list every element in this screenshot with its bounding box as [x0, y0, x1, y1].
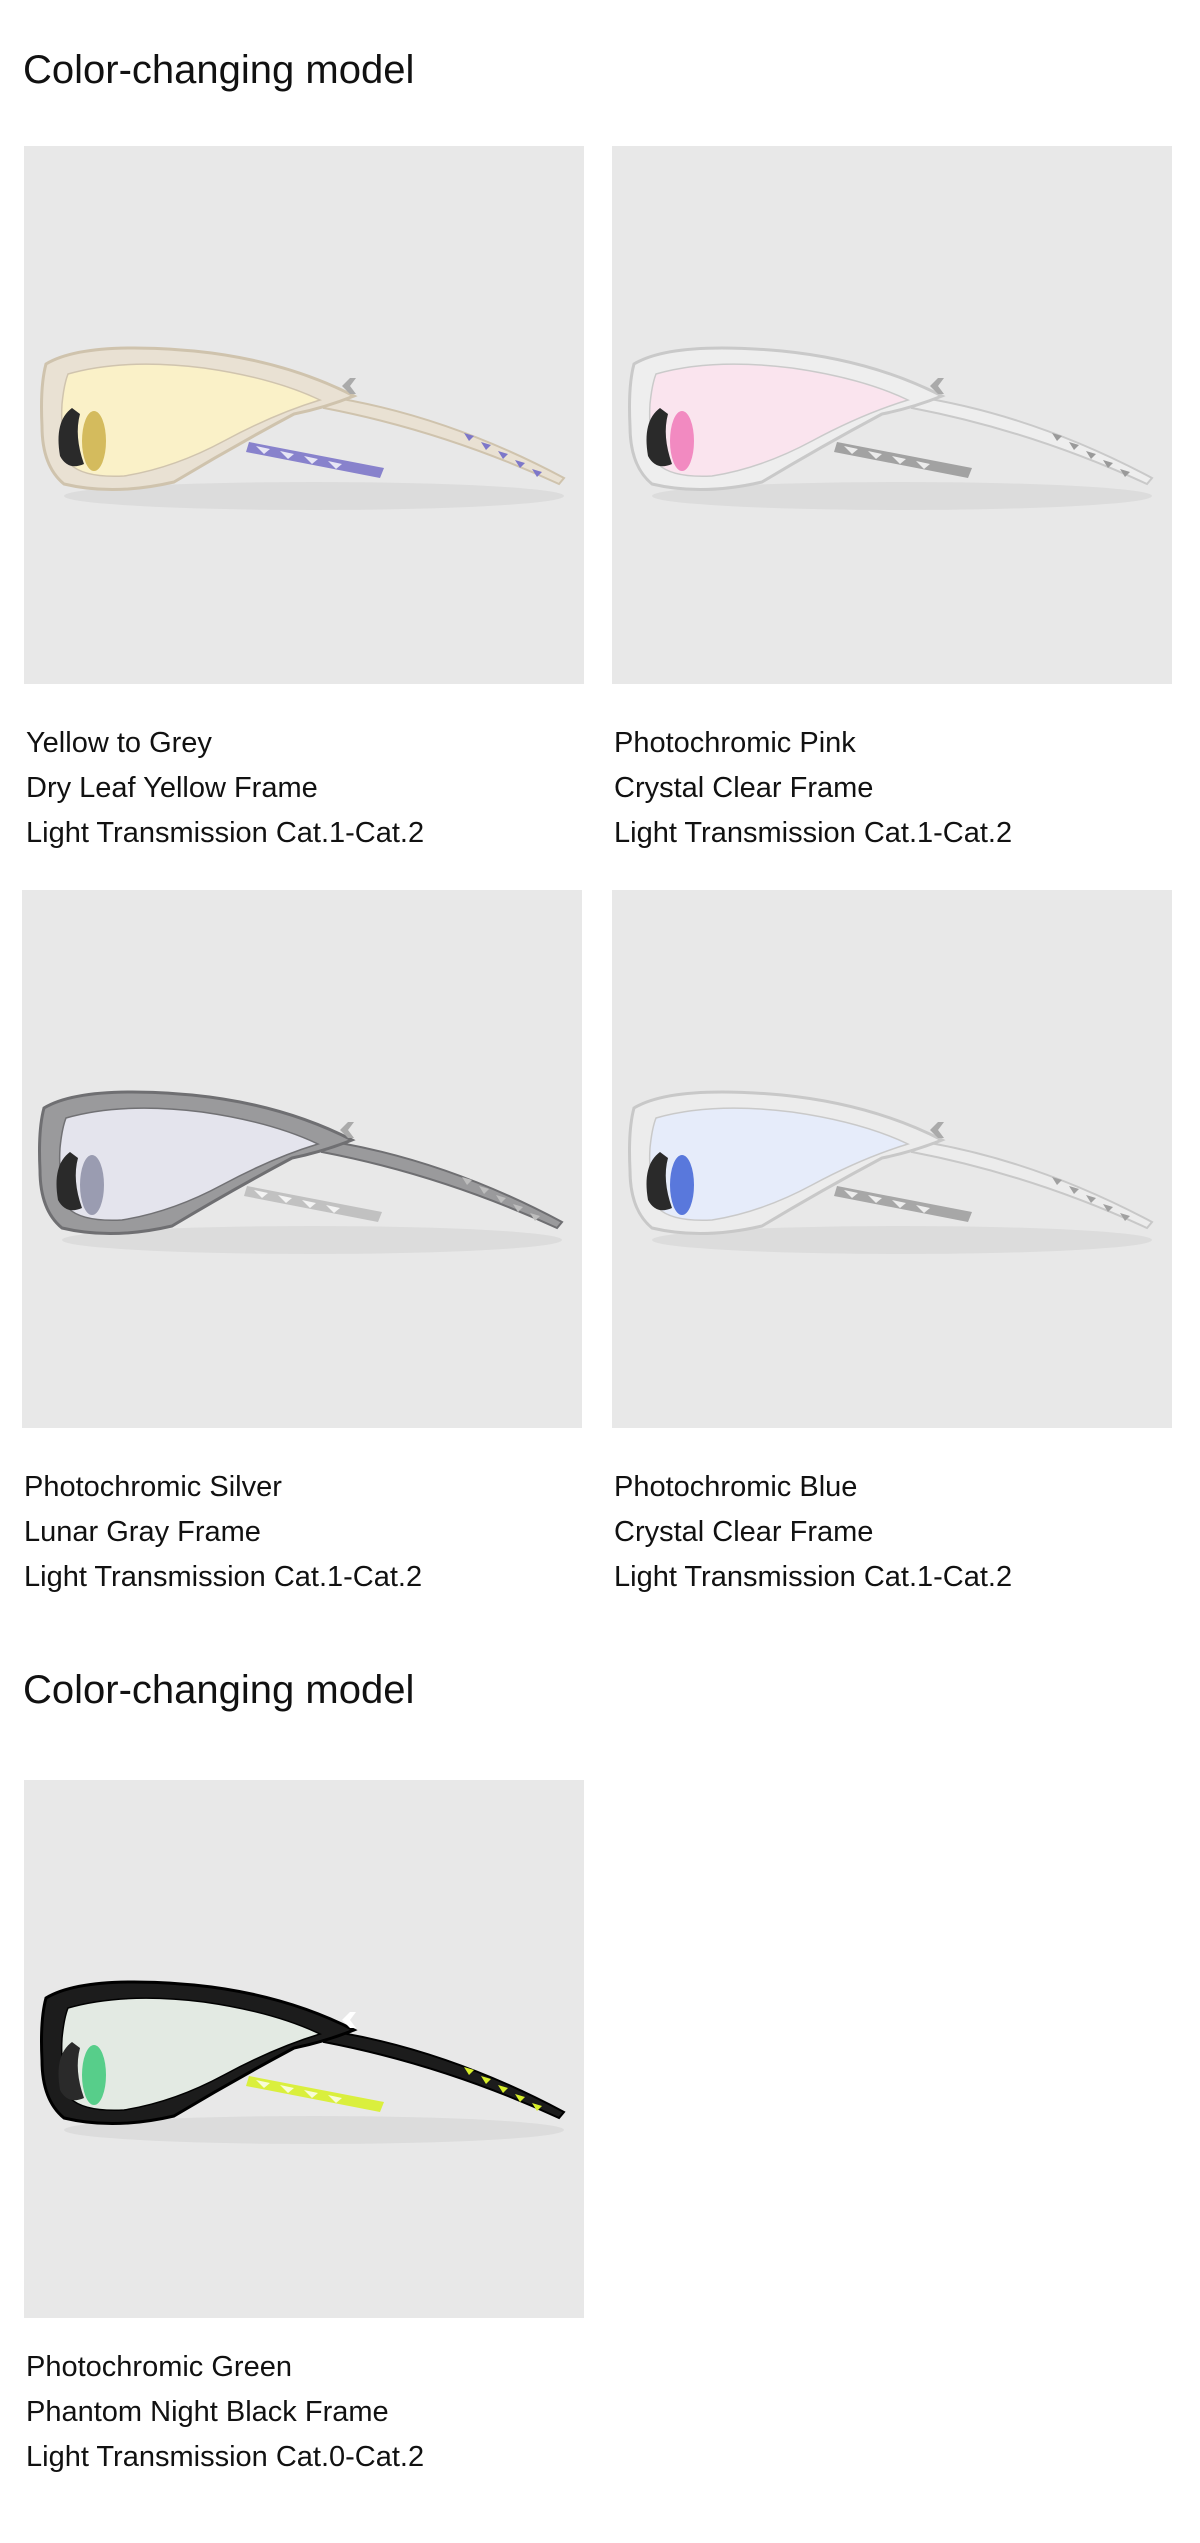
product-lens-name: Photochromic Blue [614, 1471, 858, 1503]
sunglasses-illustration [38, 1090, 564, 1254]
section-title: Color-changing model [23, 48, 415, 92]
product-card[interactable]: Photochromic Green Phantom Night Black F… [24, 1780, 584, 2473]
product-lens-name: Yellow to Grey [26, 727, 212, 759]
product-lens-name: Photochromic Silver [24, 1471, 282, 1503]
product-card[interactable]: Yellow to Grey Dry Leaf Yellow Frame Lig… [24, 146, 584, 849]
lens-reflection [670, 1155, 694, 1215]
product-frame-name: Lunar Gray Frame [24, 1516, 261, 1548]
product-light-transmission: Light Transmission Cat.0-Cat.2 [26, 2441, 425, 2473]
lens-reflection [670, 411, 694, 471]
product-frame-name: Phantom Night Black Frame [26, 2396, 389, 2428]
product-light-transmission: Light Transmission Cat.1-Cat.2 [26, 817, 425, 849]
product-lens-name: Photochromic Pink [614, 727, 856, 759]
product-frame-name: Crystal Clear Frame [614, 1516, 874, 1548]
product-card[interactable]: Photochromic Pink Crystal Clear Frame Li… [612, 146, 1172, 849]
lens-reflection [80, 1155, 104, 1215]
product-image[interactable] [24, 146, 584, 684]
product-frame-name: Dry Leaf Yellow Frame [26, 772, 318, 804]
product-card[interactable]: Photochromic Blue Crystal Clear Frame Li… [612, 890, 1172, 1593]
product-frame-name: Crystal Clear Frame [614, 772, 874, 804]
sunglasses-illustration [628, 346, 1154, 510]
section-title: Color-changing model [23, 1668, 415, 1712]
sunglasses-illustration [40, 1980, 566, 2144]
product-image[interactable] [24, 1780, 584, 2318]
sunglasses-illustration [628, 1090, 1154, 1254]
sunglasses-illustration [40, 346, 566, 510]
product-image[interactable] [22, 890, 582, 1428]
lens-reflection [82, 2045, 106, 2105]
product-lens-name: Photochromic Green [26, 2351, 292, 2383]
lens-reflection [82, 411, 106, 471]
product-image[interactable] [612, 890, 1172, 1428]
product-card[interactable]: Photochromic Silver Lunar Gray Frame Lig… [22, 890, 582, 1593]
product-image[interactable] [612, 146, 1172, 684]
product-light-transmission: Light Transmission Cat.1-Cat.2 [614, 1561, 1013, 1593]
product-light-transmission: Light Transmission Cat.1-Cat.2 [614, 817, 1013, 849]
product-light-transmission: Light Transmission Cat.1-Cat.2 [24, 1561, 423, 1593]
